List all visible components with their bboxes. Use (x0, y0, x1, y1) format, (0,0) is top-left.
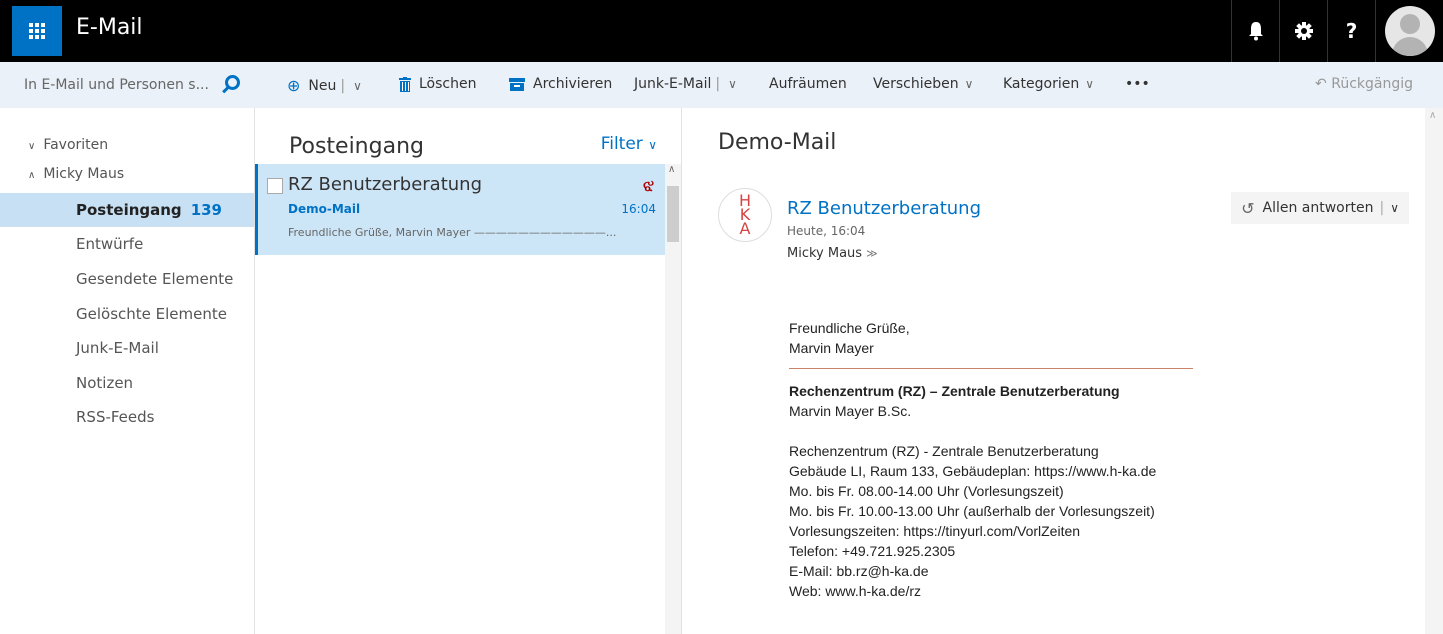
chevron-down-icon: ∨ (1085, 77, 1094, 91)
filter-button[interactable]: Filter ∨ (601, 134, 657, 154)
undo-icon: ↶ (1315, 76, 1327, 92)
help-button[interactable]: ? (1327, 0, 1375, 62)
select-checkbox[interactable] (267, 178, 283, 194)
plus-circle-icon: ⊕ (287, 76, 301, 95)
bell-icon (1248, 22, 1263, 41)
reply-all-icon: ↺ (1241, 198, 1255, 218)
chevron-down-icon[interactable]: ∨ (1390, 201, 1399, 215)
expand-icon[interactable]: ≫ (866, 247, 878, 260)
app-launcher-button[interactable] (12, 6, 62, 56)
top-bar: E-Mail ? (0, 0, 1443, 62)
scrollbar-thumb[interactable] (667, 186, 679, 242)
ribbon-icon[interactable]: ଝ (643, 176, 654, 196)
delete-button[interactable]: Löschen (399, 76, 476, 92)
chevron-down-icon: ∨ (648, 138, 657, 152)
folder-rss[interactable]: RSS-Feeds (0, 400, 254, 434)
recipient[interactable]: Micky Maus ≫ (787, 246, 878, 261)
trash-icon (399, 76, 411, 92)
chevron-down-icon: ∨ (28, 141, 36, 152)
mail-subject: Demo-Mail (718, 130, 837, 155)
move-button[interactable]: Verschieben ∨ (873, 76, 973, 92)
search-input[interactable]: In E-Mail und Personen s... (24, 77, 220, 93)
categories-button[interactable]: Kategorien ∨ (1003, 76, 1094, 92)
folder-notes[interactable]: Notizen (0, 366, 254, 400)
undo-button[interactable]: ↶ Rückgängig (1315, 76, 1413, 92)
chevron-down-icon: ∨ (964, 77, 974, 91)
mail-body: Freundliche Grüße, Marvin Mayer Rechenze… (789, 318, 1193, 601)
sent-date: Heute, 16:04 (787, 224, 866, 238)
folder-drafts[interactable]: Entwürfe (0, 227, 254, 261)
settings-button[interactable] (1279, 0, 1327, 62)
new-button[interactable]: ⊕ Neu | ∨ (287, 76, 362, 95)
waffle-icon (29, 23, 45, 39)
sweep-button[interactable]: Aufräumen (769, 76, 847, 92)
folder-deleted[interactable]: Gelöschte Elemente (0, 297, 254, 331)
ellipsis-icon: ••• (1125, 76, 1150, 92)
reading-pane: Demo-Mail H K A RZ Benutzerberatung Heut… (683, 108, 1425, 634)
search-icon[interactable] (220, 74, 242, 96)
message-sender: RZ Benutzerberatung (288, 174, 483, 195)
folder-pane: ∨ Favoriten ∧ Micky Maus Posteingang 139 E… (0, 108, 254, 634)
chevron-up-icon[interactable]: ∧ (1429, 110, 1436, 121)
app-title: E-Mail (76, 15, 143, 40)
archive-button[interactable]: Archivieren (509, 76, 612, 92)
list-title: Posteingang (289, 134, 424, 159)
account-button[interactable] (1375, 0, 1443, 62)
chevron-up-icon: ∧ (28, 170, 36, 181)
chevron-up-icon[interactable]: ∧ (668, 164, 675, 175)
chevron-down-icon[interactable]: ∨ (728, 77, 737, 91)
gear-icon (1294, 22, 1313, 40)
sender-name[interactable]: RZ Benutzerberatung (787, 198, 981, 219)
chevron-down-icon[interactable]: ∨ (353, 79, 362, 93)
folder-inbox[interactable]: Posteingang 139 (0, 193, 254, 227)
reading-scrollbar[interactable]: ∧ (1425, 108, 1443, 634)
signature-divider (789, 368, 1193, 369)
search-box[interactable]: In E-Mail und Personen s... (14, 69, 246, 101)
reply-all-button[interactable]: ↺ Allen antworten | ∨ (1231, 192, 1409, 224)
notifications-button[interactable] (1231, 0, 1279, 62)
avatar (1384, 6, 1435, 56)
favorites-header[interactable]: ∨ Favoriten (28, 137, 108, 153)
folder-sent[interactable]: Gesendete Elemente (0, 262, 254, 296)
command-bar: In E-Mail und Personen s... ⊕ Neu | ∨ Lös… (0, 62, 1443, 108)
message-time: 16:04 (621, 202, 656, 216)
more-button[interactable]: ••• (1125, 76, 1150, 92)
list-item[interactable]: RZ Benutzerberatung ଝ Demo-Mail 16:04 Fr… (255, 164, 666, 255)
junk-button[interactable]: Junk-E-Mail | ∨ (634, 76, 737, 92)
message-list: Posteingang Filter ∨ RZ Benutzerberatung… (254, 108, 682, 634)
account-header[interactable]: ∧ Micky Maus (28, 166, 124, 182)
message-preview: Freundliche Grüße, Marvin Mayer ————————… (288, 226, 617, 239)
list-scrollbar[interactable]: ∧ (665, 164, 681, 634)
folder-junk[interactable]: Junk-E-Mail (0, 331, 254, 365)
message-subject: Demo-Mail (288, 202, 361, 216)
sender-logo: H K A (718, 188, 772, 242)
help-icon: ? (1345, 19, 1358, 43)
archive-icon (509, 77, 525, 91)
unread-count-badge: 139 (190, 201, 222, 219)
